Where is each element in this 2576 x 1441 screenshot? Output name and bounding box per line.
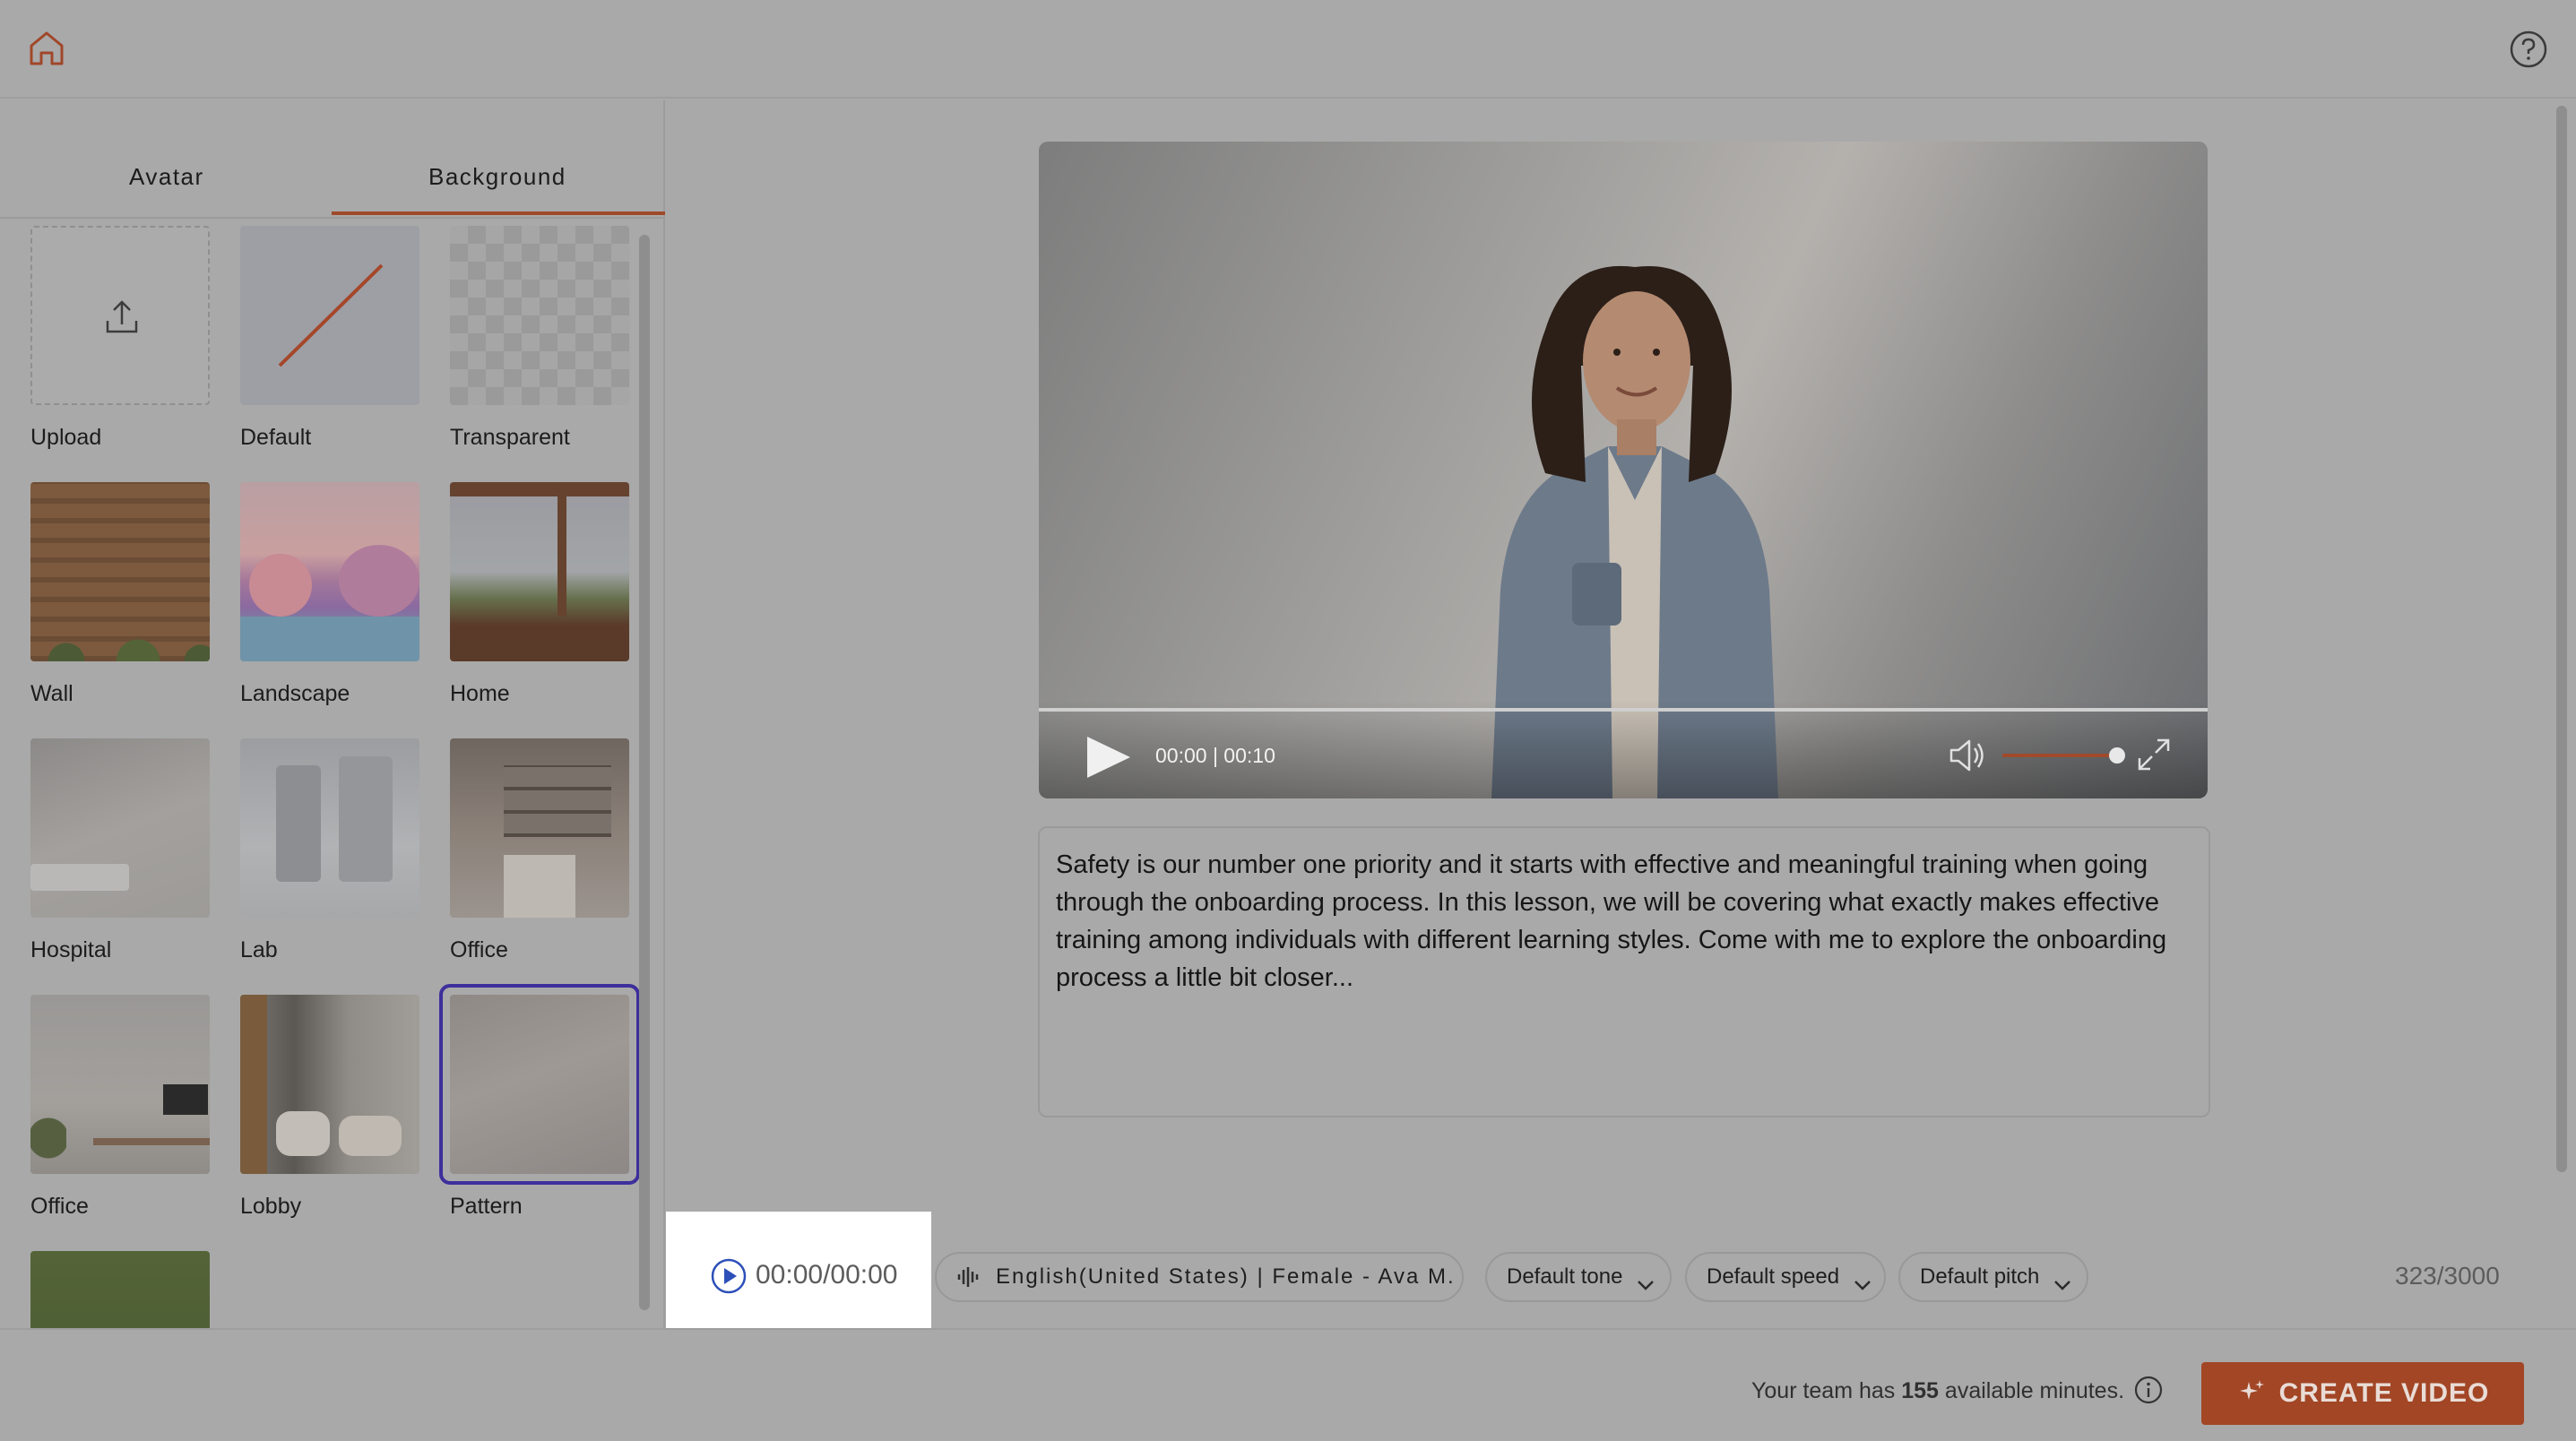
video-time: 00:00 | 00:10 bbox=[1155, 744, 1275, 767]
info-icon[interactable] bbox=[2133, 1375, 2164, 1405]
script-textarea[interactable]: Safety is our number one priority and it… bbox=[1038, 826, 2210, 1117]
background-tile-home[interactable]: Home bbox=[450, 482, 629, 706]
tab-background[interactable]: Background bbox=[428, 163, 566, 191]
tab-avatar[interactable]: Avatar bbox=[129, 163, 204, 191]
tile-label: Lobby bbox=[240, 1194, 302, 1219]
minutes-value: 155 bbox=[1901, 1378, 1939, 1403]
voice-label: English(United States) | Female - Ava M. bbox=[996, 1264, 1456, 1289]
volume-slider-track[interactable] bbox=[2002, 754, 2115, 757]
play-icon[interactable] bbox=[1084, 735, 1134, 780]
background-tile-lobby[interactable]: Lobby bbox=[240, 995, 419, 1219]
background-tile-landscape[interactable]: Landscape bbox=[240, 482, 419, 706]
footer-bar: Your team has 155 available minutes. CRE… bbox=[0, 1328, 2576, 1441]
tile-label: Pattern bbox=[450, 1194, 523, 1219]
pitch-dropdown[interactable]: Default pitch bbox=[1898, 1252, 2088, 1302]
tile-label: Office bbox=[30, 1194, 89, 1219]
active-tab-indicator bbox=[332, 211, 665, 215]
background-panel: Avatar Background Upload Default Transpa… bbox=[0, 100, 665, 1328]
play-circle-icon[interactable] bbox=[711, 1258, 747, 1294]
help-circle-icon[interactable] bbox=[2508, 29, 2549, 70]
pattern-thumb bbox=[450, 995, 629, 1174]
background-tile-pattern[interactable]: Pattern bbox=[439, 984, 640, 1219]
home-icon[interactable] bbox=[25, 27, 68, 70]
background-tile-partial[interactable] bbox=[30, 1251, 210, 1328]
background-tile-default[interactable]: Default bbox=[240, 226, 419, 450]
background-tile-wall[interactable]: Wall bbox=[30, 482, 210, 706]
tile-label: Landscape bbox=[240, 681, 350, 706]
default-thumb bbox=[240, 226, 419, 405]
home-thumb bbox=[450, 482, 629, 661]
wall-thumb bbox=[30, 482, 210, 661]
minutes-prefix: Your team has bbox=[1751, 1378, 1896, 1403]
tile-label: Upload bbox=[30, 425, 102, 450]
lobby-thumb bbox=[240, 995, 419, 1174]
chevron-down-icon bbox=[1637, 1272, 1655, 1290]
office-thumb bbox=[450, 738, 629, 918]
voice-selector[interactable]: English(United States) | Female - Ava M. bbox=[935, 1252, 1464, 1302]
chevron-down-icon bbox=[2053, 1272, 2071, 1290]
video-progress-bar[interactable] bbox=[1039, 708, 2208, 712]
tile-label: Home bbox=[450, 681, 510, 706]
chevron-down-icon bbox=[1854, 1272, 1871, 1290]
panel-scrollbar[interactable] bbox=[639, 235, 650, 1310]
background-tile-hospital[interactable]: Hospital bbox=[30, 738, 210, 962]
tile-label: Default bbox=[240, 425, 312, 450]
landscape-thumb bbox=[240, 482, 419, 661]
background-grid: Upload Default Transparent Wall Landscap… bbox=[0, 226, 665, 1328]
background-tile-upload[interactable]: Upload bbox=[30, 226, 210, 450]
minutes-suffix: available minutes. bbox=[1944, 1378, 2125, 1403]
background-tile-office-2[interactable]: Office bbox=[30, 995, 210, 1219]
transparent-thumb bbox=[450, 226, 629, 405]
tone-dropdown[interactable]: Default tone bbox=[1485, 1252, 1672, 1302]
character-count: 323/3000 bbox=[2395, 1262, 2500, 1290]
fullscreen-icon[interactable] bbox=[2136, 737, 2172, 772]
main-scrollbar[interactable] bbox=[2556, 106, 2567, 1172]
video-player[interactable]: 00:00 | 00:10 bbox=[1039, 142, 2208, 798]
tile-label: Transparent bbox=[450, 425, 570, 450]
tile-label: Office bbox=[450, 937, 508, 962]
tile-label: Wall bbox=[30, 681, 73, 706]
upload-icon bbox=[104, 298, 140, 341]
background-tile-transparent[interactable]: Transparent bbox=[450, 226, 629, 450]
speed-dropdown[interactable]: Default speed bbox=[1685, 1252, 1886, 1302]
available-minutes: Your team has 155 available minutes. bbox=[1751, 1378, 2124, 1404]
sparkle-icon bbox=[2236, 1378, 2267, 1409]
volume-slider-handle[interactable] bbox=[2109, 747, 2125, 764]
audio-preview[interactable]: 00:00/00:00 bbox=[666, 1212, 931, 1328]
tile-label: Hospital bbox=[30, 937, 112, 962]
upload-thumb bbox=[30, 226, 210, 405]
create-video-button[interactable]: CREATE VIDEO bbox=[2201, 1362, 2524, 1425]
volume-icon[interactable] bbox=[1948, 738, 1987, 773]
pitch-label: Default pitch bbox=[1920, 1264, 2040, 1289]
lab-thumb bbox=[240, 738, 419, 918]
office-2-thumb bbox=[30, 995, 210, 1174]
green-thumb bbox=[30, 1251, 210, 1328]
speed-label: Default speed bbox=[1707, 1264, 1840, 1289]
background-tile-lab[interactable]: Lab bbox=[240, 738, 419, 962]
tile-label: Lab bbox=[240, 937, 278, 962]
background-tile-office[interactable]: Office bbox=[450, 738, 629, 962]
panel-tabs: Avatar Background bbox=[0, 100, 665, 219]
tone-label: Default tone bbox=[1507, 1264, 1623, 1289]
hospital-thumb bbox=[30, 738, 210, 918]
preview-time: 00:00/00:00 bbox=[756, 1260, 898, 1290]
audio-wave-icon bbox=[956, 1265, 981, 1289]
top-bar bbox=[0, 0, 2576, 99]
create-video-label: CREATE VIDEO bbox=[2278, 1378, 2490, 1408]
